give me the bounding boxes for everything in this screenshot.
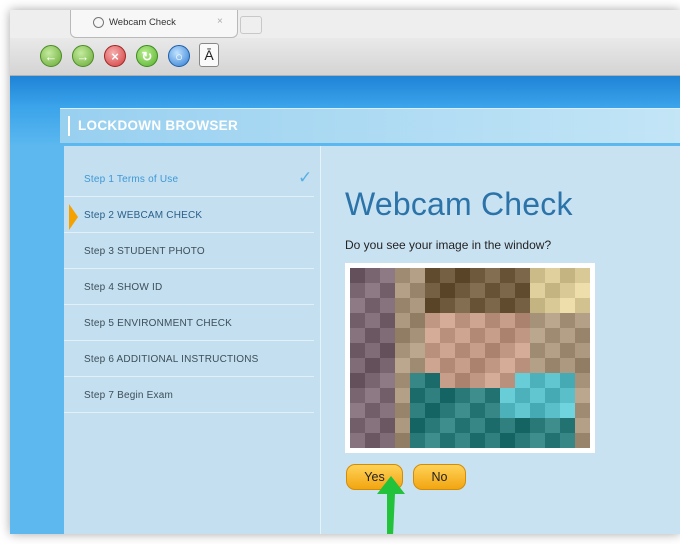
webcam-preview xyxy=(350,268,590,448)
tab-webcam-check[interactable]: Webcam Check × xyxy=(70,10,238,38)
app-header: LOCKDOWN BROWSER xyxy=(60,108,680,143)
browser-toolbar: ← → × ↻ ○ Ā xyxy=(10,38,680,76)
step-show-id[interactable]: Step 4 SHOW ID xyxy=(64,270,314,305)
tab-close-icon[interactable]: × xyxy=(217,16,223,27)
reload-button[interactable]: ↻ xyxy=(136,45,158,67)
forward-button[interactable]: → xyxy=(72,45,94,67)
forward-icon: → xyxy=(76,48,90,64)
webcam-preview-frame xyxy=(345,263,595,453)
new-tab-button[interactable] xyxy=(240,16,262,34)
page-title: Webcam Check xyxy=(345,186,573,222)
browser-window: Webcam Check × ← → × ↻ ○ Ā LOCKDOWN BROW… xyxy=(10,10,680,534)
content-panel: Step 1 Terms of Use ✓ Step 2 WEBCAM CHEC… xyxy=(64,146,680,534)
stop-icon: × xyxy=(111,48,119,64)
step-student-photo[interactable]: Step 3 STUDENT PHOTO xyxy=(64,234,314,269)
font-icon: Ā xyxy=(204,47,214,63)
home-globe-button[interactable]: ○ xyxy=(168,45,190,67)
reload-icon: ↻ xyxy=(141,48,153,64)
step-label: Step 1 Terms of Use xyxy=(84,174,179,185)
globe-icon: ○ xyxy=(175,48,183,64)
step-label: Step 4 SHOW ID xyxy=(84,282,163,293)
tab-globe-icon xyxy=(93,17,104,28)
no-button[interactable]: No xyxy=(413,464,466,490)
brand-title: LOCKDOWN BROWSER xyxy=(78,118,239,133)
tab-bar: Webcam Check × xyxy=(10,10,680,38)
webcam-question: Do you see your image in the window? xyxy=(345,238,552,252)
step-terms-of-use[interactable]: Step 1 Terms of Use ✓ xyxy=(64,162,314,197)
step-begin-exam[interactable]: Step 7 Begin Exam xyxy=(64,378,314,413)
font-button[interactable]: Ā xyxy=(199,43,219,67)
step-webcam-check[interactable]: Step 2 WEBCAM CHECK xyxy=(64,198,314,233)
header-accent xyxy=(68,116,70,136)
step-label: Step 3 STUDENT PHOTO xyxy=(84,246,205,257)
active-step-marker xyxy=(69,204,78,230)
step-label: Step 6 ADDITIONAL INSTRUCTIONS xyxy=(84,354,259,365)
stop-button[interactable]: × xyxy=(104,45,126,67)
step-environment-check[interactable]: Step 5 ENVIRONMENT CHECK xyxy=(64,306,314,341)
green-arrow-annotation xyxy=(377,476,405,534)
steps-sidebar: Step 1 Terms of Use ✓ Step 2 WEBCAM CHEC… xyxy=(64,146,321,534)
step-label: Step 7 Begin Exam xyxy=(84,390,174,401)
checkmark-icon: ✓ xyxy=(298,168,313,187)
back-button[interactable]: ← xyxy=(40,45,62,67)
step-additional-instructions[interactable]: Step 6 ADDITIONAL INSTRUCTIONS xyxy=(64,342,314,377)
step-label: Step 5 ENVIRONMENT CHECK xyxy=(84,318,232,329)
back-icon: ← xyxy=(44,48,58,64)
step-label: Step 2 WEBCAM CHECK xyxy=(84,210,203,221)
tab-title: Webcam Check xyxy=(109,17,176,28)
page-content: LOCKDOWN BROWSER Step 1 Terms of Use ✓ S… xyxy=(10,76,680,534)
